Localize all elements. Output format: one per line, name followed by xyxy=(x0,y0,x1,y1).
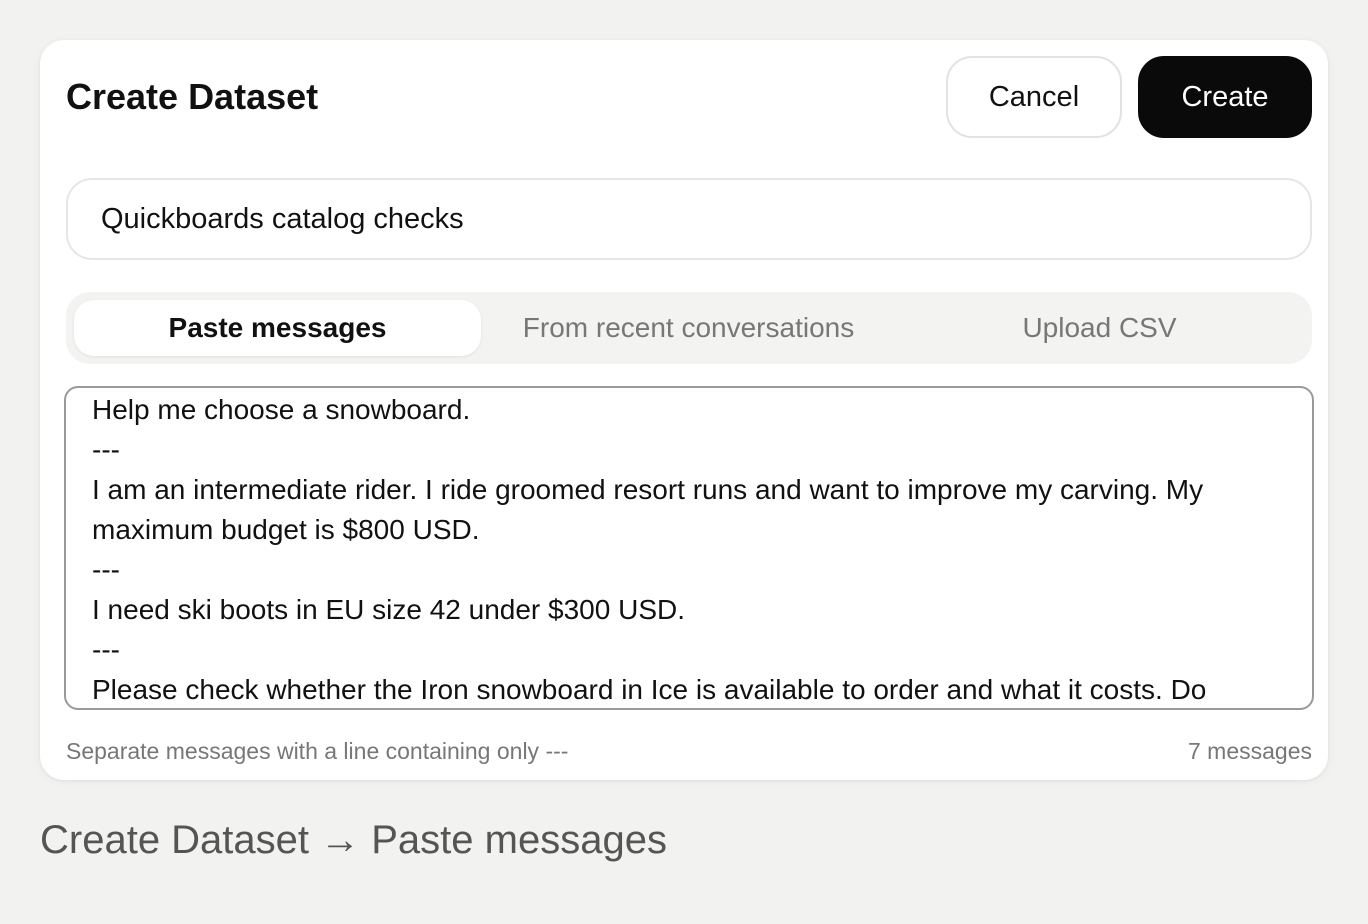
messages-content: Help me choose a snowboard. --- I am an … xyxy=(92,390,1286,708)
separator-hint: Separate messages with a line containing… xyxy=(66,738,569,764)
tab-recent-conversations[interactable]: From recent conversations xyxy=(485,300,892,356)
message-separator: --- xyxy=(92,554,120,585)
create-button[interactable]: Create xyxy=(1138,56,1312,138)
source-tabs: Paste messages From recent conversations… xyxy=(66,292,1312,364)
message-line: Please check whether the Iron snowboard … xyxy=(92,674,1207,705)
message-line: I am an intermediate rider. I ride groom… xyxy=(92,474,1211,545)
dataset-name-input[interactable] xyxy=(66,178,1312,260)
message-count: 7 messages xyxy=(1187,738,1312,764)
tab-upload-csv[interactable]: Upload CSV xyxy=(896,300,1303,356)
message-line: I need ski boots in EU size 42 under $30… xyxy=(92,594,686,625)
create-dataset-dialog: Create Dataset Cancel Create Paste messa… xyxy=(40,40,1328,780)
breadcrumb: Create Dataset → Paste messages xyxy=(40,818,667,862)
messages-textarea[interactable]: Help me choose a snowboard. --- I am an … xyxy=(64,386,1314,710)
tab-paste-messages[interactable]: Paste messages xyxy=(74,300,481,356)
message-line: Help me choose a snowboard. xyxy=(92,394,471,425)
cancel-button[interactable]: Cancel xyxy=(946,56,1122,138)
message-separator: --- xyxy=(92,434,120,465)
dialog-title: Create Dataset xyxy=(66,76,319,117)
message-separator: --- xyxy=(92,634,120,665)
